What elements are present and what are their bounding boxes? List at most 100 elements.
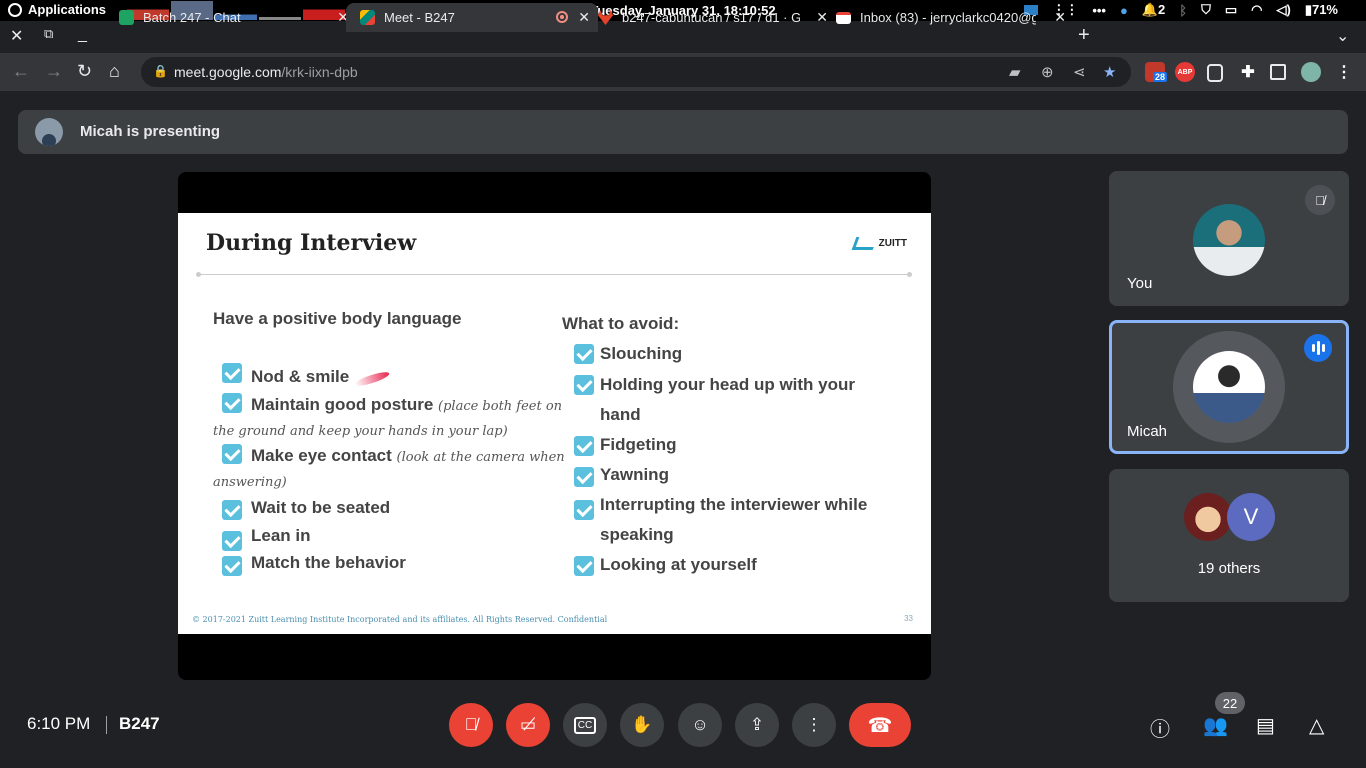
battery-status[interactable]: ▮71% — [1305, 2, 1338, 18]
tab-gmail[interactable]: Inbox (83) - jerryclarkc0420@g ✕ — [822, 3, 1074, 32]
share-icon[interactable]: ⋖ — [1073, 63, 1086, 81]
address-bar[interactable]: 🔒 meet.google.com/krk-iixn-dpb ▰ ⊕ ⋖ ★ — [141, 57, 1131, 87]
url-host: meet.google.com — [174, 64, 282, 80]
meeting-info-icon[interactable]: ⓘ — [1150, 713, 1170, 742]
tab-meet[interactable]: Meet - B247 ✕ — [346, 3, 598, 32]
slide-page-number: 33 — [904, 614, 913, 623]
brand-name: ZUITT — [878, 238, 907, 249]
right-item: Holding your head up with your hand — [600, 375, 855, 424]
right-heading: What to avoid: — [562, 314, 680, 333]
close-tab-icon[interactable]: ✕ — [1054, 9, 1066, 26]
left-item-note: answering) — [213, 475, 287, 490]
lock-icon[interactable]: 🔒 — [153, 64, 168, 78]
minimize-window-icon[interactable]: _ — [78, 26, 87, 44]
presenter-avatar — [35, 118, 63, 146]
slide-footer: © 2017-2021 Zuitt Learning Institute Inc… — [192, 615, 608, 624]
notification-count: 2 — [1158, 2, 1166, 17]
tray-bell-icon[interactable]: 🔔2 — [1142, 2, 1165, 18]
google-chat-icon — [119, 10, 134, 25]
tab-title: Inbox (83) - jerryclarkc0420@g — [860, 10, 1036, 25]
gitlab-icon — [598, 10, 613, 25]
back-arrow-icon[interactable]: ← — [12, 61, 30, 82]
reactions-button[interactable]: ☺ — [678, 703, 722, 747]
hand-icon: ✋ — [631, 715, 653, 734]
reminder-extension-icon[interactable]: 28 — [1145, 62, 1168, 82]
profile-avatar-icon[interactable] — [1301, 62, 1321, 82]
more-options-button[interactable]: ⋮ — [792, 703, 836, 747]
present-screen-button[interactable]: ⇪ — [735, 703, 779, 747]
right-item: Slouching — [600, 344, 683, 363]
presentation-view: During Interview ZUITT Have a positive b… — [178, 172, 931, 680]
camera-in-use-icon[interactable]: ▰ — [1009, 63, 1021, 81]
side-panel-icon[interactable] — [1270, 64, 1286, 80]
more-vert-icon: ⋮ — [805, 715, 823, 734]
tab-gitlab[interactable]: b247-cabuntucan / s17 / d1 · G ✕ — [584, 3, 836, 32]
audio-level-icon — [1304, 334, 1332, 362]
tray-more-icon[interactable]: ••• — [1092, 3, 1106, 18]
checkbox-icon — [574, 556, 594, 576]
presenting-text: Micah is presenting — [80, 123, 221, 140]
battery-percent: 71% — [1311, 2, 1338, 17]
puzzle-extensions-icon[interactable]: ✚ — [1238, 62, 1258, 82]
drive-icon[interactable]: ▭ — [1225, 2, 1237, 18]
tile-you[interactable]: 🎙̸ You — [1109, 171, 1349, 306]
zoom-icon[interactable]: ⊕ — [1041, 63, 1054, 81]
bluetooth-icon[interactable]: ᛒ — [1179, 3, 1187, 18]
tab-title: Meet - B247 — [384, 10, 455, 25]
left-item: Nod & smile — [251, 367, 350, 386]
abp-label: ABP — [1177, 68, 1193, 76]
camera-toggle-button[interactable]: ▭̸ — [506, 703, 550, 747]
mic-toggle-button[interactable]: 🎙̸ — [449, 703, 493, 747]
raise-hand-button[interactable]: ✋ — [620, 703, 664, 747]
others-count-label: 19 others — [1197, 560, 1261, 577]
right-item: Looking at yourself — [600, 555, 757, 574]
left-item: Maintain good posture (place both feet o… — [251, 395, 563, 414]
checkbox-icon — [222, 531, 242, 551]
chat-icon[interactable]: ▤ — [1256, 713, 1275, 738]
forward-arrow-icon[interactable]: → — [45, 61, 63, 82]
tile-micah[interactable]: Micah — [1109, 320, 1349, 454]
left-item: Lean in — [251, 526, 311, 545]
right-item: Fidgeting — [600, 435, 677, 454]
checkbox-icon — [222, 393, 242, 413]
clipboard-extension-icon[interactable] — [1207, 64, 1223, 82]
tile-name: You — [1127, 275, 1153, 292]
emoji-icon: ☺ — [691, 715, 709, 734]
adblock-plus-icon[interactable]: ABP — [1175, 62, 1195, 82]
meeting-time: 6:10 PM — [27, 714, 91, 733]
people-icon[interactable]: 👥 — [1203, 713, 1228, 738]
tab-search-chevron-down-icon[interactable]: ⌄ — [1336, 26, 1349, 46]
presenting-banner: Micah is presenting — [18, 110, 1348, 154]
meeting-controls-bar: 6:10 PM B247 🎙̸ ▭̸ CC ✋ ☺ ⇪ ⋮ ☎ ⓘ 👥 22 ▤… — [0, 690, 1366, 768]
title-divider — [196, 272, 912, 277]
slide-title: During Interview — [206, 230, 417, 256]
captions-button[interactable]: CC — [563, 703, 607, 747]
divider — [106, 716, 107, 734]
bookmark-star-icon[interactable]: ★ — [1103, 63, 1116, 81]
checkbox-icon — [574, 500, 594, 520]
other-participant-v-avatar: V — [1227, 493, 1275, 541]
checkbox-icon — [222, 444, 242, 464]
activities-icon[interactable]: △ — [1309, 713, 1324, 738]
reload-icon[interactable]: ↻ — [77, 61, 92, 82]
participants-count-badge: 22 — [1215, 692, 1245, 714]
leave-call-button[interactable]: ☎ — [849, 703, 911, 747]
right-item: Yawning — [600, 465, 669, 484]
volume-icon[interactable]: ◁) — [1276, 2, 1290, 18]
close-window-icon[interactable]: ✕ — [10, 26, 23, 46]
new-tab-icon[interactable]: + — [1078, 24, 1090, 47]
tab-batch-chat[interactable]: Batch 247 - Chat ✕ — [108, 3, 357, 32]
tile-others[interactable]: V 19 others — [1109, 469, 1349, 602]
url-text[interactable]: meet.google.com/krk-iixn-dpb — [174, 64, 358, 80]
home-icon[interactable]: ⌂ — [109, 61, 120, 82]
tab-title: Batch 247 - Chat — [143, 10, 241, 25]
hang-up-icon: ☎ — [867, 714, 893, 737]
restore-window-icon[interactable]: ⧉ — [44, 26, 53, 42]
mic-off-icon: 🎙̸ — [1305, 185, 1335, 215]
browser-menu-icon[interactable]: ⋮ — [1334, 62, 1354, 82]
shield-icon[interactable]: ⛉ — [1201, 2, 1211, 18]
left-item: Match the behavior — [251, 553, 406, 572]
wifi-icon[interactable]: ◠ — [1251, 2, 1262, 18]
checkbox-icon — [222, 556, 242, 576]
tray-chat-icon[interactable]: ● — [1120, 3, 1128, 18]
